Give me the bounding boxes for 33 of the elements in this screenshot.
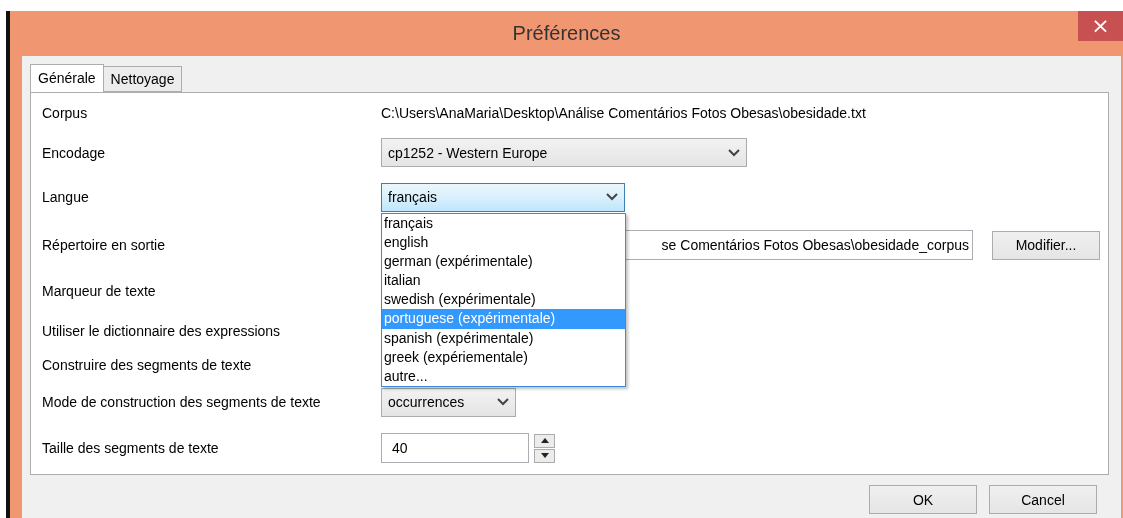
number-field[interactable]: 40 — [381, 433, 529, 463]
dropdown-option[interactable]: français — [382, 214, 625, 234]
field-label: Répertoire en sortie — [42, 237, 166, 253]
triangle-up-icon — [540, 438, 549, 443]
chevron-down-icon — [606, 193, 618, 201]
corpus-path: C:\Users\AnaMaria\Desktop\Análise Comentários Fotos Obesas\obesidade.txt — [381, 105, 866, 121]
field-label: Taille des segments de texte — [42, 440, 220, 456]
field-label: Corpus — [42, 105, 89, 121]
dropdown[interactable]: occurrences — [381, 387, 516, 417]
field-label: Utiliser le dictionnaire des expressions — [42, 323, 282, 339]
field-label: Encodage — [42, 144, 107, 161]
dropdown[interactable]: français — [381, 182, 625, 212]
spin-up-button[interactable] — [534, 433, 555, 448]
tab[interactable]: Nettoyage — [102, 66, 183, 92]
field-label: Langue — [42, 189, 90, 205]
spin-down-button[interactable] — [534, 448, 555, 463]
dropdown-option[interactable]: swedish (expérimentale) — [382, 290, 625, 310]
dialog-button[interactable]: Cancel — [989, 485, 1097, 514]
dropdown-option[interactable]: german (expérimentale) — [382, 252, 625, 272]
field-label: Construire des segments de texte — [42, 357, 253, 373]
dropdown-option[interactable]: italian — [382, 271, 625, 291]
dialog-button[interactable]: OK — [869, 485, 977, 514]
modify-button[interactable]: Modifier... — [992, 230, 1100, 260]
field-label: Mode de construction des segments de texte — [42, 394, 322, 410]
tab[interactable]: Générale — [30, 64, 104, 92]
close-button[interactable]: × — [1078, 11, 1123, 41]
dropdown[interactable]: cp1252 - Western Europe — [381, 138, 747, 167]
chevron-down-icon — [728, 148, 740, 157]
window-title: Préférences — [512, 22, 621, 45]
chevron-down-icon — [497, 398, 509, 406]
field-label: Marqueur de texte — [42, 283, 157, 299]
dropdown-option[interactable]: english — [382, 233, 625, 253]
triangle-down-icon — [540, 453, 549, 458]
